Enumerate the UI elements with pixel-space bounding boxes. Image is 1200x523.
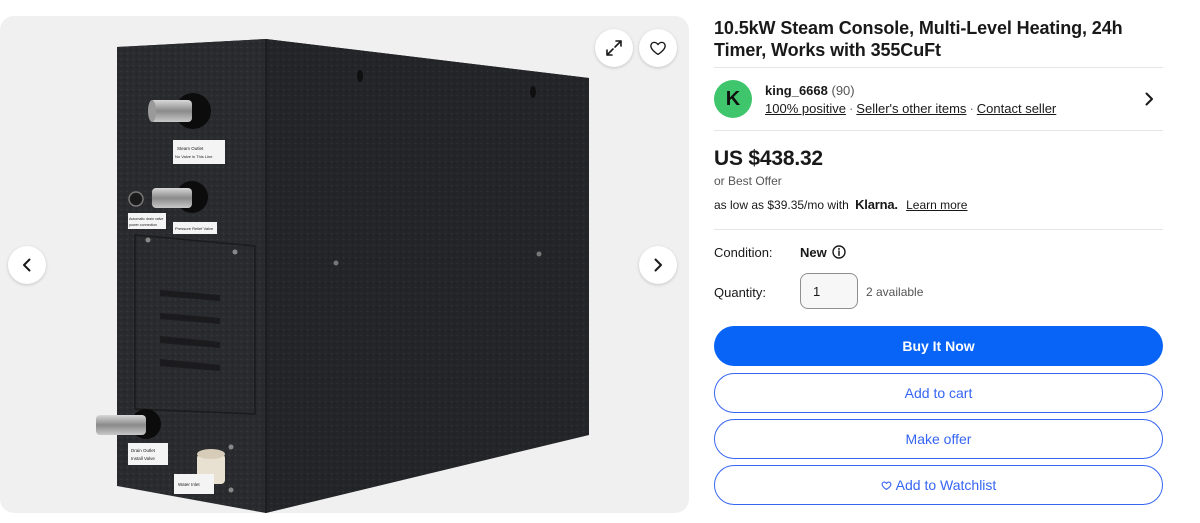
chevron-right-icon: [654, 258, 662, 272]
label-auto-drain: Automatic drain valve: [129, 217, 163, 221]
heart-icon: [650, 41, 666, 56]
label-steam-outlet: Steam Outlet: [177, 146, 204, 151]
klarna-text: as low as $39.35/mo with: [714, 198, 849, 212]
seller-name[interactable]: king_6668: [765, 83, 828, 98]
add-to-watchlist-button[interactable]: Add to Watchlist: [714, 465, 1163, 505]
prev-image-button[interactable]: [8, 246, 46, 284]
label-install-valve: Install Valve: [131, 456, 155, 461]
seller-other-items-link[interactable]: Seller's other items: [856, 101, 966, 116]
divider: [714, 67, 1163, 68]
add-to-watchlist-label: Add to Watchlist: [895, 477, 997, 493]
label-power-connection: power connection: [129, 223, 157, 227]
label-water-inlet: Water Inlet: [178, 482, 200, 487]
label-drain-outlet: Drain Outlet: [131, 448, 156, 453]
quantity-input[interactable]: [800, 273, 858, 309]
available-count: 2 available: [866, 285, 924, 299]
seller-card[interactable]: K king_6668 (90) 100% positive · Seller's …: [714, 80, 1163, 118]
product-title: 10.5kW Steam Console, Multi-Level Heatin…: [714, 18, 1123, 60]
seller-links: 100% positive · Seller's other items · Conta…: [765, 101, 1056, 116]
expand-button[interactable]: [595, 29, 633, 67]
watch-button[interactable]: [639, 29, 677, 67]
chevron-left-icon: [23, 258, 31, 272]
klarna-logo: Klarna.: [855, 197, 898, 212]
klarna-financing: as low as $39.35/mo with Klarna. Learn m…: [714, 197, 967, 212]
buy-it-now-button[interactable]: Buy It Now: [714, 326, 1163, 366]
separator-dot: ·: [969, 101, 974, 116]
add-to-cart-button[interactable]: Add to cart: [714, 373, 1163, 413]
klarna-learn-more-link[interactable]: Learn more: [906, 198, 967, 212]
quantity-label: Quantity:: [714, 285, 767, 300]
separator-dot: ·: [848, 101, 854, 116]
divider: [714, 130, 1163, 131]
best-offer-text: or Best Offer: [714, 174, 782, 188]
condition-value: New: [800, 245, 827, 260]
heart-icon: [881, 480, 892, 491]
seller-feedback-count: (90): [831, 83, 855, 98]
image-gallery[interactable]: Steam Outlet No Valve in This Line Press…: [0, 16, 689, 513]
label-no-valve: No Valve in This Line: [175, 154, 213, 159]
info-icon[interactable]: [832, 245, 846, 259]
price: US $438.32: [714, 147, 823, 170]
seller-positive-link[interactable]: 100% positive: [765, 101, 846, 116]
condition-label: Condition:: [714, 245, 773, 260]
next-image-button[interactable]: [639, 246, 677, 284]
chevron-right-icon[interactable]: [1141, 91, 1157, 107]
contact-seller-link[interactable]: Contact seller: [977, 101, 1056, 116]
divider: [714, 229, 1163, 230]
seller-name-row: king_6668 (90): [765, 83, 855, 98]
product-image: Steam Outlet No Valve in This Line Press…: [96, 39, 589, 513]
make-offer-button[interactable]: Make offer: [714, 419, 1163, 459]
label-pressure-relief: Pressure Relief Valve: [175, 226, 214, 231]
seller-avatar: K: [714, 80, 752, 118]
expand-icon: [606, 40, 622, 56]
